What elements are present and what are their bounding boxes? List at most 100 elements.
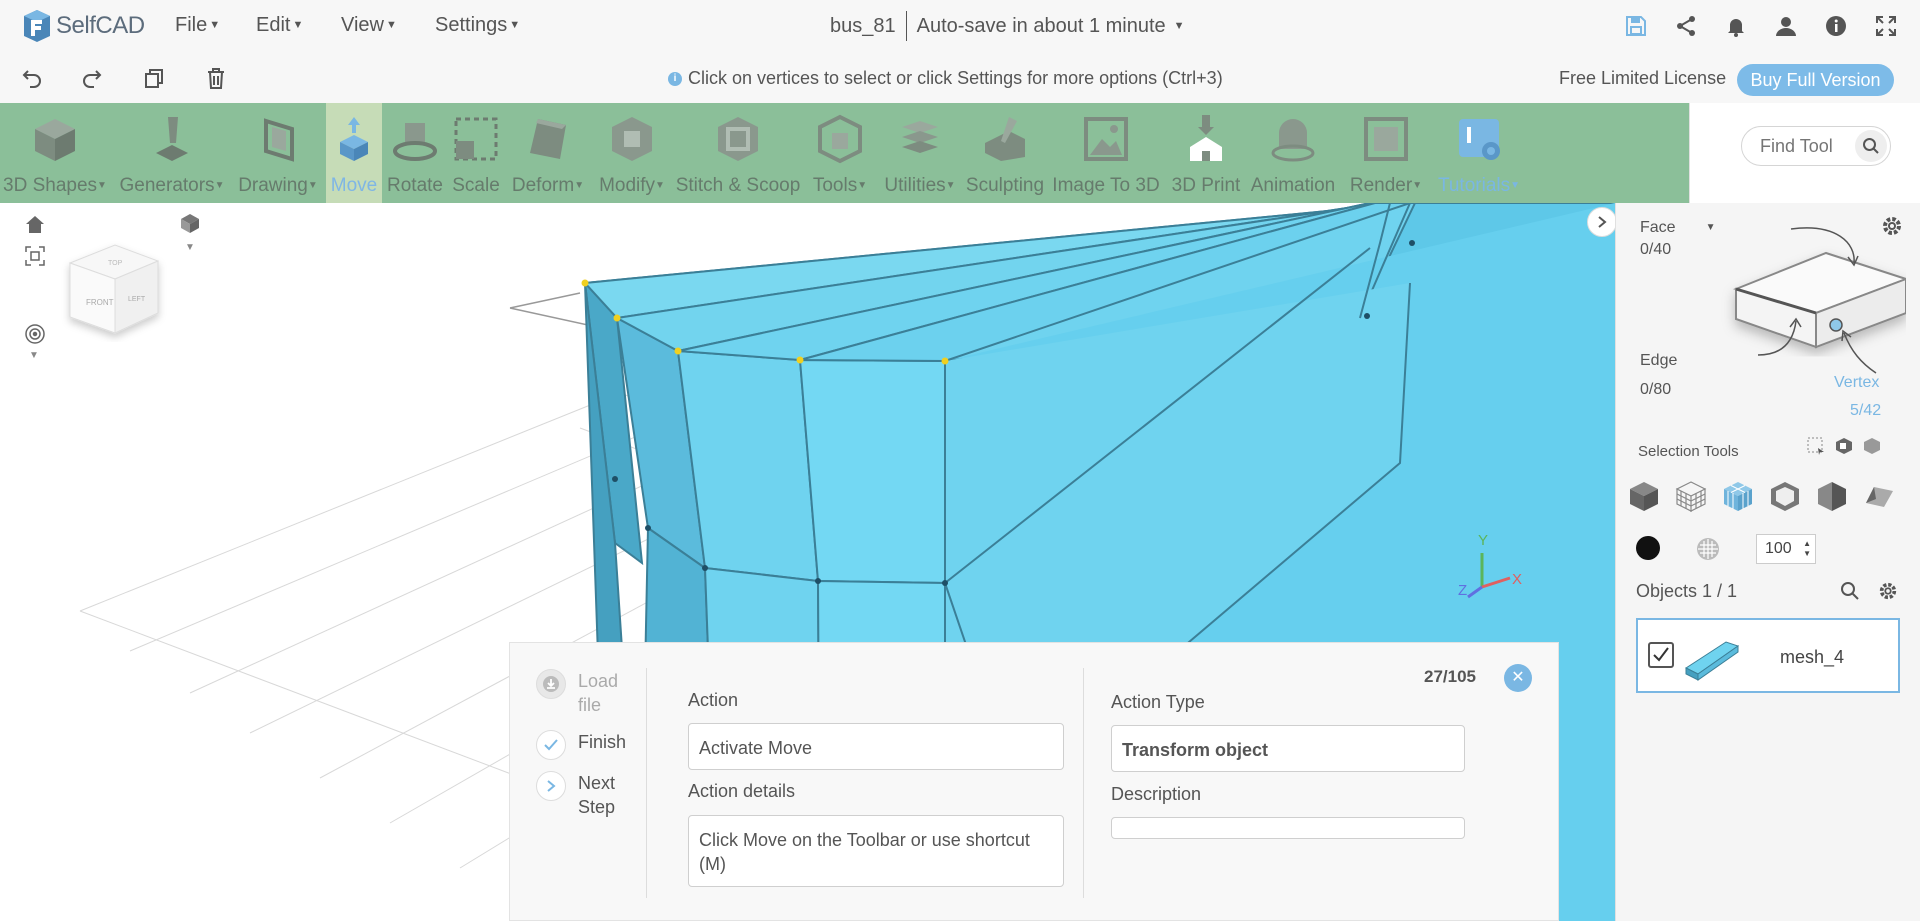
view-cube[interactable]: FRONT LEFT TOP [60,233,170,343]
tool-generators[interactable]: Generators▼ [114,103,230,203]
select-visible-icon[interactable] [1834,436,1854,456]
vertex-label[interactable]: Vertex [1834,374,1879,392]
app-logo[interactable]: SelfCAD [20,6,145,46]
brush-solid-icon[interactable] [1636,536,1660,560]
generator-icon [156,117,188,161]
select-box-icon[interactable] [1806,436,1826,456]
tool-label: Rotate [387,175,443,196]
chevron-down-icon[interactable]: ▼ [182,241,198,253]
tool-modify[interactable]: Modify▼ [592,103,672,203]
selfcad-logo-icon [24,10,50,42]
select-half-icon[interactable] [1812,476,1852,516]
axis-label-x: X [1512,571,1522,588]
brush-size-stepper[interactable]: 100 ▲ ▼ [1756,534,1816,564]
tool-drawing[interactable]: Drawing▼ [234,103,322,203]
undo-icon[interactable] [18,64,46,92]
brush-pattern-icon[interactable] [1695,536,1721,562]
tool-render[interactable]: Render▼ [1340,103,1432,203]
step-label: Load file [578,671,619,715]
tool-label: Animation [1250,175,1336,196]
3d-print-icon [1190,115,1222,161]
copy-icon[interactable] [140,64,168,92]
caret-down-icon: ▼ [97,180,107,191]
orbit-view-icon[interactable] [22,321,48,347]
caret-down-icon[interactable]: ▼ [1174,20,1185,32]
tool-stitch-scoop[interactable]: Stitch & Scoop [674,103,802,203]
menu-settings[interactable]: Settings ▼ [435,14,520,37]
share-icon[interactable] [1672,12,1700,40]
move-arrows-icon [340,117,368,161]
license-text: Free Limited License [1559,68,1727,88]
search-icon[interactable] [1855,130,1887,162]
tool-tutorials[interactable]: Tutorials▼ [1434,103,1524,203]
menu-edit[interactable]: Edit ▼ [256,14,303,37]
right-panel: Face ▼ 0/40 Edge 0/80 Vertex 5/42 Selecti… [1615,203,1920,921]
selection-tools-label: Selection Tools [1638,443,1739,460]
axis-label-z: Z [1458,582,1467,599]
app-name: SelfCAD [56,12,145,39]
tool-scale[interactable]: Scale [448,103,504,203]
tool-3d-shapes[interactable]: 3D Shapes▼ [0,103,110,203]
checkmark-icon [1653,647,1669,662]
autosave-status[interactable]: Auto-save in about 1 minute [917,15,1166,38]
find-tool-input[interactable] [1760,136,1855,157]
title-separator [905,11,907,41]
chevron-right-icon [1598,216,1607,228]
select-all-icon[interactable] [1624,476,1664,516]
chevron-down-icon[interactable]: ▼ [26,349,42,361]
caret-down-icon: ▼ [509,19,521,31]
home-view-icon[interactable] [22,211,48,237]
vertex [942,580,948,586]
select-mesh-grid-icon[interactable] [1671,476,1711,516]
buy-full-version-button[interactable]: Buy Full Version [1737,64,1894,96]
menu-view[interactable]: View ▼ [341,14,397,37]
tool-utilities[interactable]: Utilities▼ [878,103,962,203]
tool-label: Utilities [884,175,946,196]
collapse-panel-button[interactable] [1587,207,1617,237]
select-through-icon[interactable] [1862,436,1882,456]
save-icon[interactable] [1622,12,1650,40]
search-icon[interactable] [1840,581,1862,603]
face-mode-label[interactable]: Face ▼ [1640,219,1715,237]
notifications-bell-icon[interactable] [1722,12,1750,40]
tool-label: Modify [599,175,656,196]
step-finish[interactable]: Finish [536,730,626,760]
object-visibility-checkbox[interactable] [1648,642,1674,668]
camera-perspective-icon[interactable] [176,209,204,237]
divider [1083,668,1084,898]
tool-3d-print[interactable]: 3D Print [1166,103,1246,203]
edge-label[interactable]: Edge [1640,352,1677,370]
tool-sculpting[interactable]: Sculpting [964,103,1046,203]
help-info-icon[interactable] [1822,12,1850,40]
tool-animation[interactable]: Animation [1248,103,1338,203]
tool-label: Sculpting [965,175,1045,196]
tool-rotate[interactable]: Rotate [384,103,446,203]
caret-down-icon: ▼ [307,180,318,191]
object-item[interactable]: mesh_4 [1636,618,1900,693]
step-label: Finish [578,732,627,752]
close-icon[interactable]: ✕ [1504,664,1532,692]
stepper-arrows-icon[interactable]: ▲ ▼ [1803,539,1811,559]
gear-icon[interactable] [1878,581,1900,603]
user-account-icon[interactable] [1772,12,1800,40]
tool-deform[interactable]: Deform▼ [506,103,590,203]
secondary-bar: i Click on vertices to select or click S… [0,52,1920,104]
fullscreen-icon[interactable] [1872,12,1900,40]
fit-view-icon[interactable] [22,243,48,269]
trash-delete-icon[interactable] [202,64,230,92]
tool-image-to-3d[interactable]: Image To 3D [1048,103,1164,203]
caret-down-icon: ▼ [655,180,665,191]
tool-tools[interactable]: Tools▼ [804,103,876,203]
document-title[interactable]: bus_81 [830,15,896,38]
menu-file[interactable]: File ▼ [175,14,220,37]
redo-icon[interactable] [78,64,106,92]
select-faces-icon[interactable] [1718,476,1758,516]
step-next[interactable]: Next Step [536,771,628,819]
select-plane-icon[interactable] [1859,476,1899,516]
check-icon [536,730,566,760]
tutorial-step-counter: 27/105 [1424,667,1476,686]
tool-move[interactable]: Move [326,103,382,203]
view-cube-side: LEFT [128,296,146,303]
select-outline-icon[interactable] [1765,476,1805,516]
selection-mode-cube[interactable] [1706,213,1906,393]
